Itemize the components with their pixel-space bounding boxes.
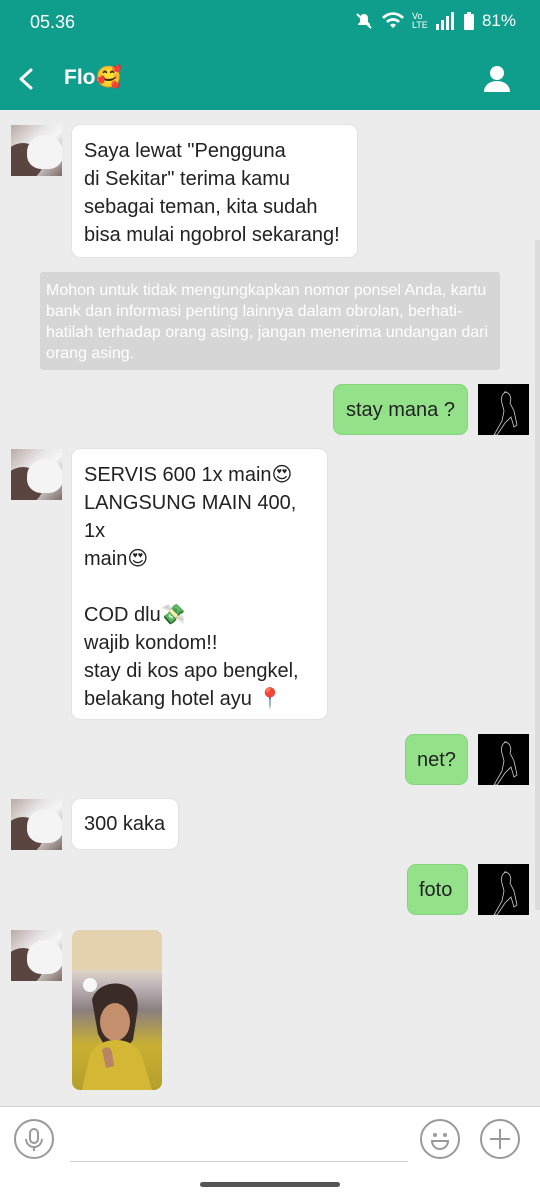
avatar[interactable]: [11, 930, 62, 981]
status-time: 05.36: [30, 12, 76, 32]
message-bubble-incoming[interactable]: SERVIS 600 1x main😍 LANGSUNG MAIN 400, 1…: [72, 449, 327, 719]
message-text: SERVIS 600 1x main😍 LANGSUNG MAIN 400, 1…: [84, 464, 299, 710]
chat-header: Flo🥰: [0, 48, 540, 110]
message-text: Saya lewat "Pengguna di Sekitar" terima …: [84, 140, 340, 246]
attach-button[interactable]: [480, 1119, 520, 1159]
chat-title[interactable]: Flo🥰: [64, 66, 122, 90]
emoji-icon[interactable]: [422, 1121, 458, 1157]
avatar[interactable]: [478, 734, 529, 785]
message-text: stay mana ?: [346, 399, 455, 421]
status-bar: 05.36 Vo LTE 81%: [0, 0, 540, 48]
safety-notice: Mohon untuk tidak mengungkapkan nomor po…: [40, 272, 500, 370]
message-text: foto: [419, 879, 453, 901]
profile-icon[interactable]: [480, 62, 514, 96]
plus-icon[interactable]: [482, 1121, 518, 1157]
avatar[interactable]: [11, 799, 62, 850]
battery-level: 81%: [481, 11, 516, 30]
message-input[interactable]: [70, 1119, 408, 1162]
avatar[interactable]: [478, 864, 529, 915]
back-button[interactable]: [10, 62, 44, 96]
microphone-icon[interactable]: [16, 1121, 52, 1157]
profile-button[interactable]: [480, 62, 514, 96]
message-bubble-outgoing[interactable]: net?: [406, 735, 467, 784]
network-label: Vo LTE: [411, 11, 428, 30]
chat-area[interactable]: Saya lewat "Pengguna di Sekitar" terima …: [0, 110, 540, 1106]
battery-icon: [463, 12, 474, 30]
message-bubble-outgoing[interactable]: foto: [408, 865, 467, 914]
message-bubble-outgoing[interactable]: stay mana ?: [334, 385, 467, 434]
avatar[interactable]: [11, 125, 62, 176]
mute-icon: [354, 11, 374, 31]
avatar[interactable]: [11, 449, 62, 500]
notice-text: Mohon untuk tidak mengungkapkan nomor po…: [46, 282, 489, 362]
home-indicator[interactable]: [200, 1182, 340, 1187]
message-bubble-incoming[interactable]: Saya lewat "Pengguna di Sekitar" terima …: [72, 125, 357, 257]
message-text: net?: [417, 749, 456, 771]
message-bubble-incoming[interactable]: 300 kaka: [72, 799, 178, 849]
image-message[interactable]: [72, 930, 162, 1090]
scrollbar[interactable]: [535, 240, 540, 910]
voice-button[interactable]: [14, 1119, 54, 1159]
status-icons: Vo LTE 81%: [354, 11, 516, 31]
back-arrow-icon[interactable]: [17, 68, 37, 90]
message-text: 300 kaka: [84, 813, 166, 835]
wifi-icon: [381, 12, 404, 30]
emoji-button[interactable]: [420, 1119, 460, 1159]
signal-icon: [435, 12, 456, 30]
avatar[interactable]: [478, 384, 529, 435]
